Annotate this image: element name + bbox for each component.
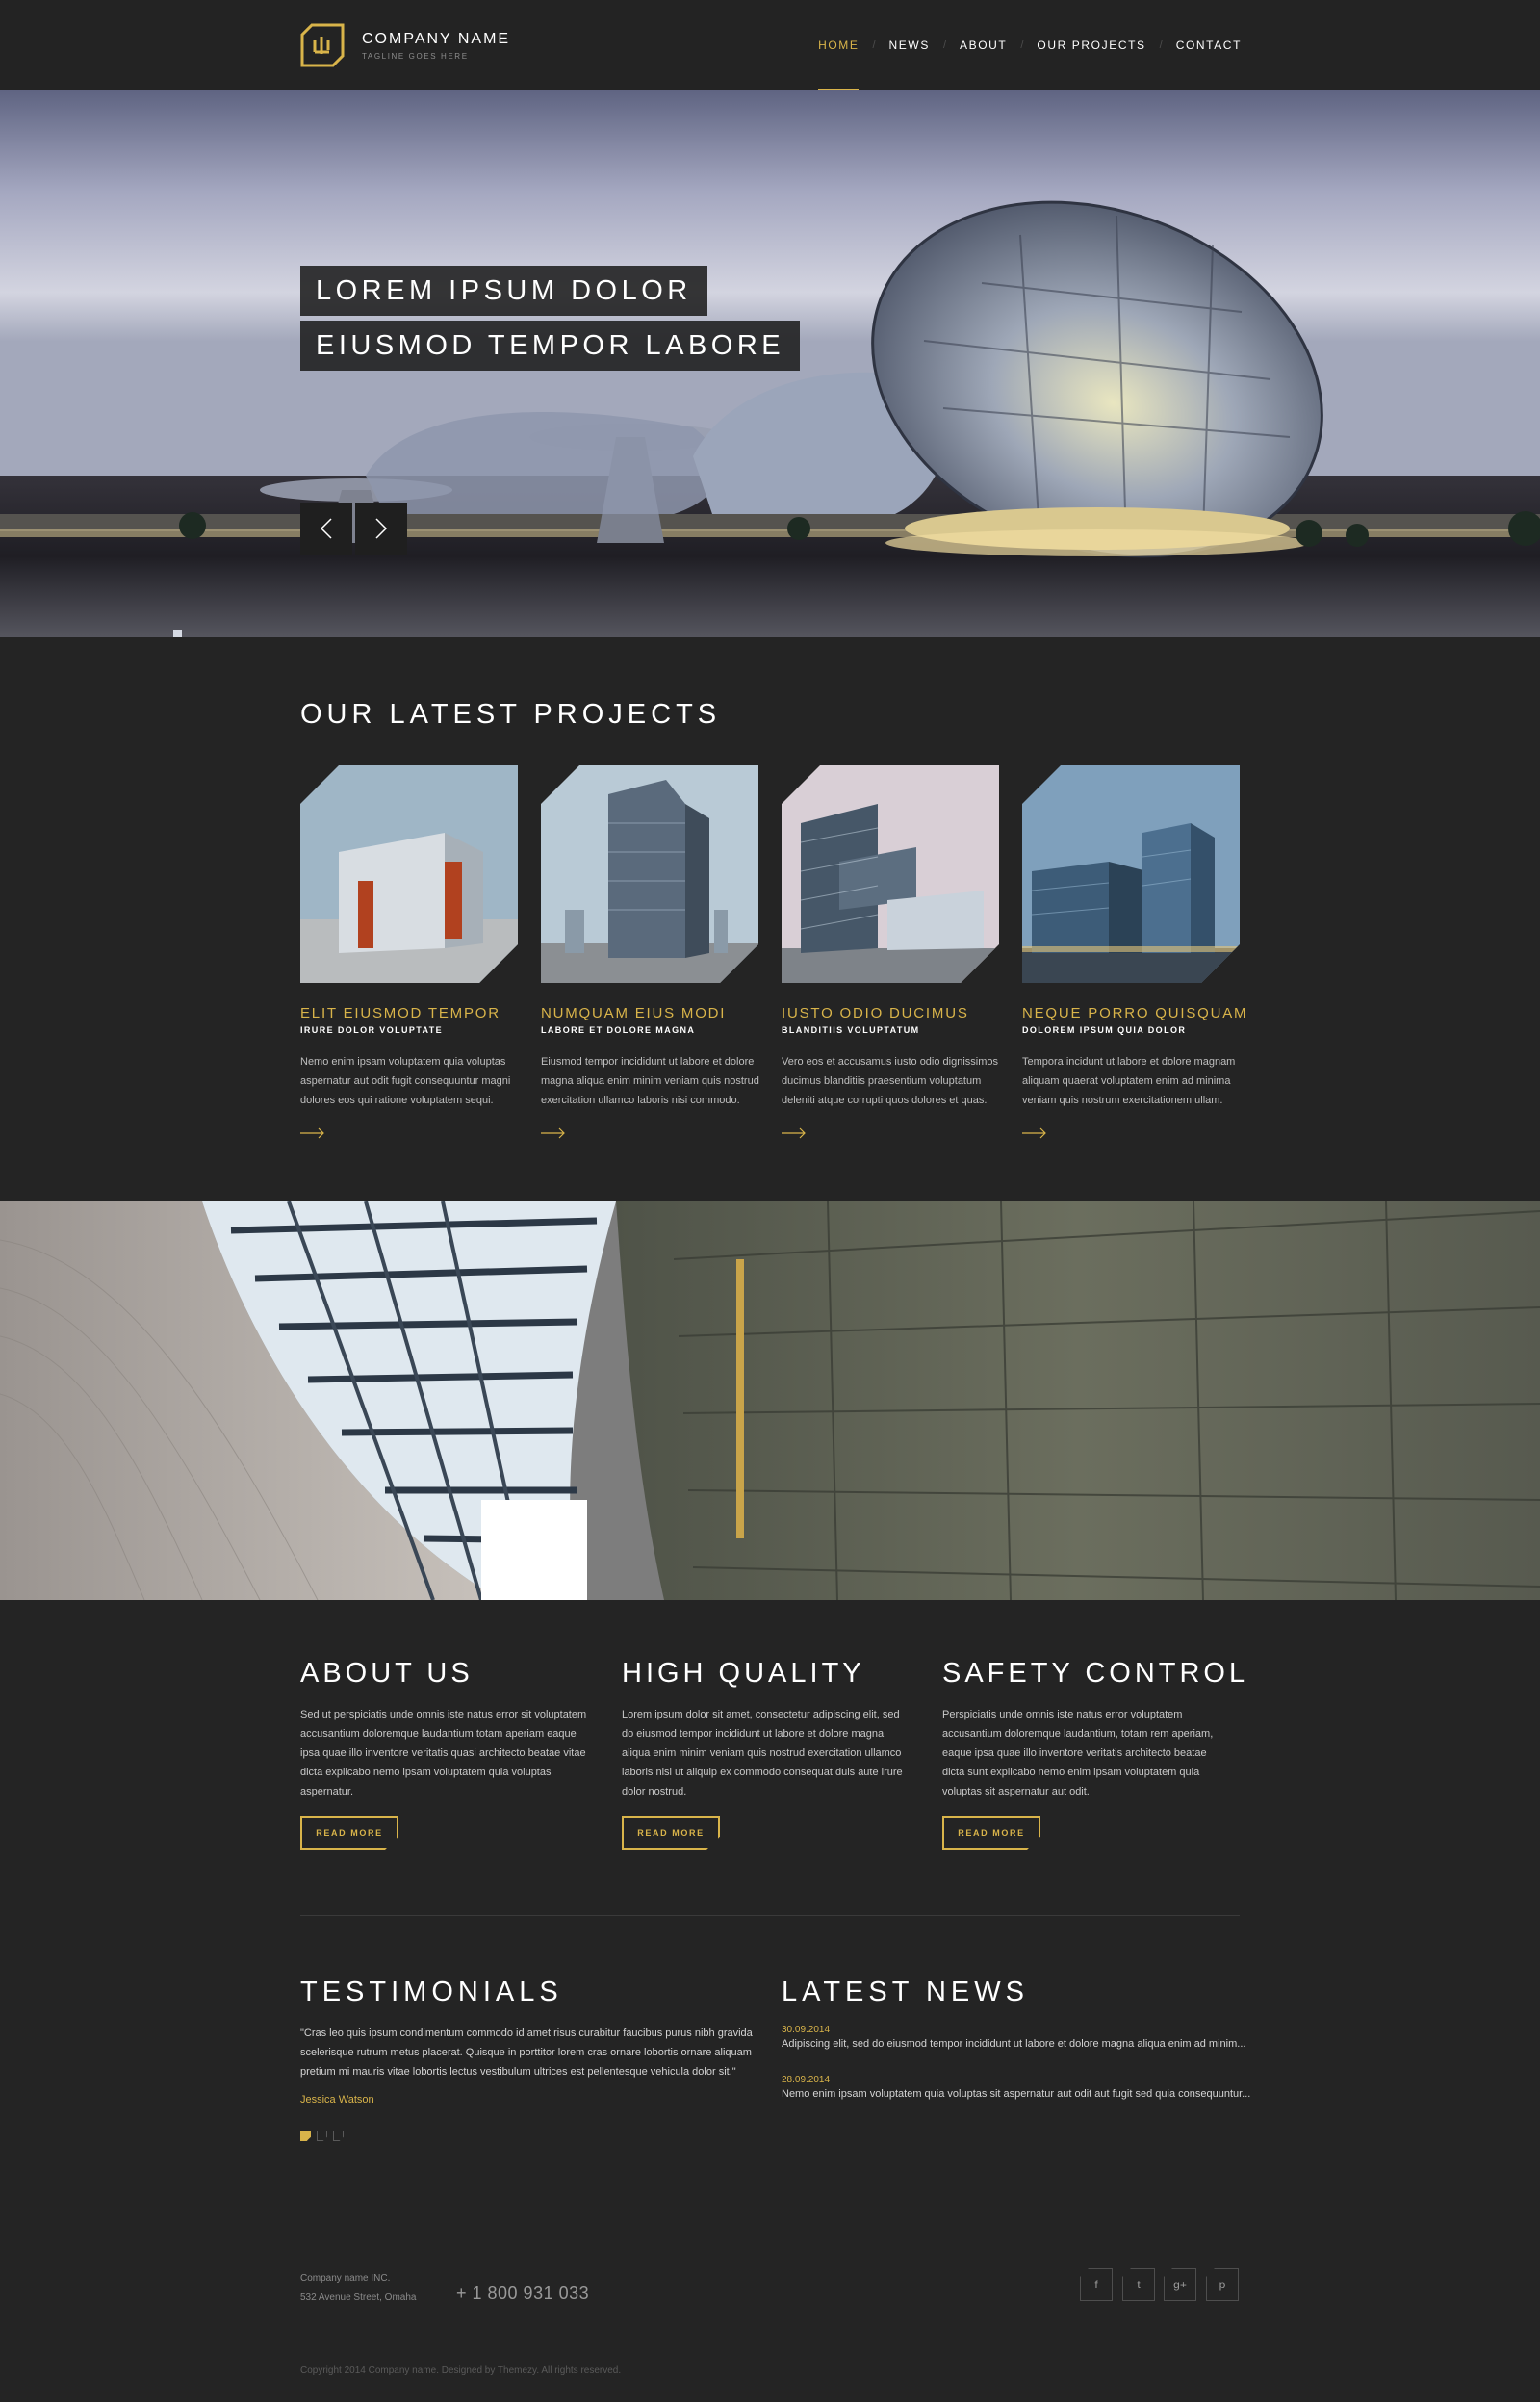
twitter-icon[interactable]: t: [1122, 2268, 1155, 2301]
facebook-icon[interactable]: f: [1080, 2268, 1113, 2301]
hero-pager-dot[interactable]: [173, 630, 182, 637]
arrow-right-icon[interactable]: [782, 1127, 807, 1139]
footer-address: 532 Avenue Street, Omaha: [300, 2292, 417, 2303]
project-image-3: [782, 765, 999, 983]
news-date: 30.09.2014: [782, 2025, 831, 2035]
banner-image: [0, 1201, 1540, 1600]
nav-home[interactable]: HOME: [818, 39, 860, 90]
hero-slider: LOREM IPSUM DOLOR EIUSMOD TEMPOR LABORE: [0, 90, 1540, 637]
project-image[interactable]: [541, 765, 758, 983]
testimonial-quote: "Cras leo quis ipsum condimentum commodo…: [300, 2027, 753, 2078]
nav-separator: /: [1020, 39, 1024, 51]
google-plus-icon[interactable]: g+: [1164, 2268, 1196, 2301]
project-description: Nemo enim ipsam voluptatem quia voluptas…: [300, 1056, 511, 1106]
project-subtitle: LABORE ET DOLORE MAGNA: [541, 1025, 696, 1035]
feature-about: ABOUT US Sed ut perspiciatis unde omnis …: [300, 1658, 589, 1801]
news-date: 28.09.2014: [782, 2075, 831, 2085]
nav-separator: /: [1159, 39, 1163, 51]
feature-safety: SAFETY CONTROL Perspiciatis unde omnis i…: [942, 1658, 1249, 1801]
chevron-left-icon: [320, 518, 332, 539]
logo-text: COMPANY NAME TAGLINE GOES HERE: [362, 31, 510, 61]
news-link[interactable]: Adipiscing elit, sed do eiusmod tempor i…: [782, 2038, 1245, 2050]
news-title: LATEST NEWS: [782, 1976, 1029, 2007]
hero-prev-button[interactable]: [300, 503, 352, 555]
project-image[interactable]: [782, 765, 999, 983]
project-title[interactable]: NEQUE PORRO QUISQUAM: [1022, 1005, 1246, 1021]
news-link[interactable]: Nemo enim ipsam voluptatem quia voluptas…: [782, 2088, 1250, 2100]
project-card: ELIT EIUSMOD TEMPOR IRURE DOLOR VOLUPTAT…: [300, 765, 518, 1139]
section-divider: [300, 1915, 1240, 1916]
hero-next-button[interactable]: [355, 503, 407, 555]
project-image-2: [541, 765, 758, 983]
footer-company: Company name INC. 532 Avenue Street, Oma…: [300, 2269, 416, 2308]
arrow-right-icon[interactable]: [1022, 1127, 1047, 1139]
project-title[interactable]: ELIT EIUSMOD TEMPOR: [300, 1005, 518, 1021]
project-card: NUMQUAM EIUS MODI LABORE ET DOLORE MAGNA…: [541, 765, 759, 1139]
hero-title-line-2: EIUSMOD TEMPOR LABORE: [300, 321, 801, 371]
footer-company-name: Company name INC.: [300, 2273, 391, 2284]
project-image-4: [1022, 765, 1240, 983]
pager-dot[interactable]: [333, 2131, 344, 2141]
arrow-right-icon[interactable]: [300, 1127, 325, 1139]
project-description: Tempora incidunt ut labore et dolore mag…: [1022, 1056, 1236, 1106]
feature-title: HIGH QUALITY: [622, 1658, 865, 1689]
feature-title: SAFETY CONTROL: [942, 1658, 1249, 1689]
project-subtitle: BLANDITIIS VOLUPTATUM: [782, 1025, 920, 1035]
logo[interactable]: COMPANY NAME TAGLINE GOES HERE: [300, 23, 510, 67]
project-description: Vero eos et accusamus iusto odio digniss…: [782, 1056, 999, 1106]
project-subtitle: IRURE DOLOR VOLUPTATE: [300, 1025, 444, 1035]
testimonial-author[interactable]: Jessica Watson: [300, 2094, 374, 2105]
nav-news[interactable]: NEWS: [889, 39, 930, 52]
read-more-button[interactable]: READ MORE: [300, 1816, 398, 1850]
project-title[interactable]: IUSTO ODIO DUCIMUS: [782, 1005, 999, 1021]
project-description: Eiusmod tempor incididunt ut labore et d…: [541, 1056, 759, 1106]
nav-contact[interactable]: CONTACT: [1176, 39, 1242, 52]
architecture-banner: [0, 1201, 1540, 1600]
site-header: COMPANY NAME TAGLINE GOES HERE HOME / NE…: [0, 0, 1540, 90]
company-name: COMPANY NAME: [362, 30, 511, 47]
testimonial-pager: [300, 2131, 344, 2141]
project-image[interactable]: [1022, 765, 1240, 983]
arrow-right-icon[interactable]: [541, 1127, 566, 1139]
pager-dot[interactable]: [300, 2131, 311, 2141]
tagline: TAGLINE GOES HERE: [362, 51, 469, 61]
footer-phone: + 1 800 931 033: [456, 2284, 590, 2303]
read-more-button[interactable]: READ MORE: [622, 1816, 720, 1850]
feature-text: Lorem ipsum dolor sit amet, consectetur …: [622, 1709, 903, 1797]
testimonials-title: TESTIMONIALS: [300, 1976, 563, 2007]
project-card: IUSTO ODIO DUCIMUS BLANDITIIS VOLUPTATUM…: [782, 765, 999, 1139]
feature-title: ABOUT US: [300, 1658, 474, 1689]
feature-text: Perspiciatis unde omnis iste natus error…: [942, 1709, 1214, 1797]
projects-title: OUR LATEST PROJECTS: [300, 699, 722, 730]
news-item: 28.09.2014 Nemo enim ipsam voluptatem qu…: [782, 2075, 1250, 2100]
project-card: NEQUE PORRO QUISQUAM DOLOREM IPSUM QUIA …: [1022, 765, 1246, 1139]
nav-separator: /: [872, 39, 876, 51]
project-subtitle: DOLOREM IPSUM QUIA DOLOR: [1022, 1025, 1187, 1035]
hero-title-line-1: LOREM IPSUM DOLOR: [300, 266, 707, 316]
pinterest-icon[interactable]: p: [1206, 2268, 1239, 2301]
project-image-1: [300, 765, 518, 983]
copyright: Copyright 2014 Company name. Designed by…: [300, 2365, 622, 2376]
feature-text: Sed ut perspiciatis unde omnis iste natu…: [300, 1709, 587, 1797]
news-item: 30.09.2014 Adipiscing elit, sed do eiusm…: [782, 2025, 1245, 2050]
nav-our-projects[interactable]: OUR PROJECTS: [1037, 39, 1145, 52]
project-title[interactable]: NUMQUAM EIUS MODI: [541, 1005, 758, 1021]
nav-about[interactable]: ABOUT: [960, 39, 1007, 52]
nav-separator: /: [942, 39, 946, 51]
chevron-right-icon: [375, 518, 388, 539]
feature-quality: HIGH QUALITY Lorem ipsum dolor sit amet,…: [622, 1658, 911, 1801]
logo-mark-icon: [300, 23, 345, 67]
main-nav: HOME / NEWS / ABOUT / OUR PROJECTS / CON…: [818, 39, 1242, 90]
project-image[interactable]: [300, 765, 518, 983]
read-more-button[interactable]: READ MORE: [942, 1816, 1040, 1850]
pager-dot[interactable]: [317, 2131, 327, 2141]
